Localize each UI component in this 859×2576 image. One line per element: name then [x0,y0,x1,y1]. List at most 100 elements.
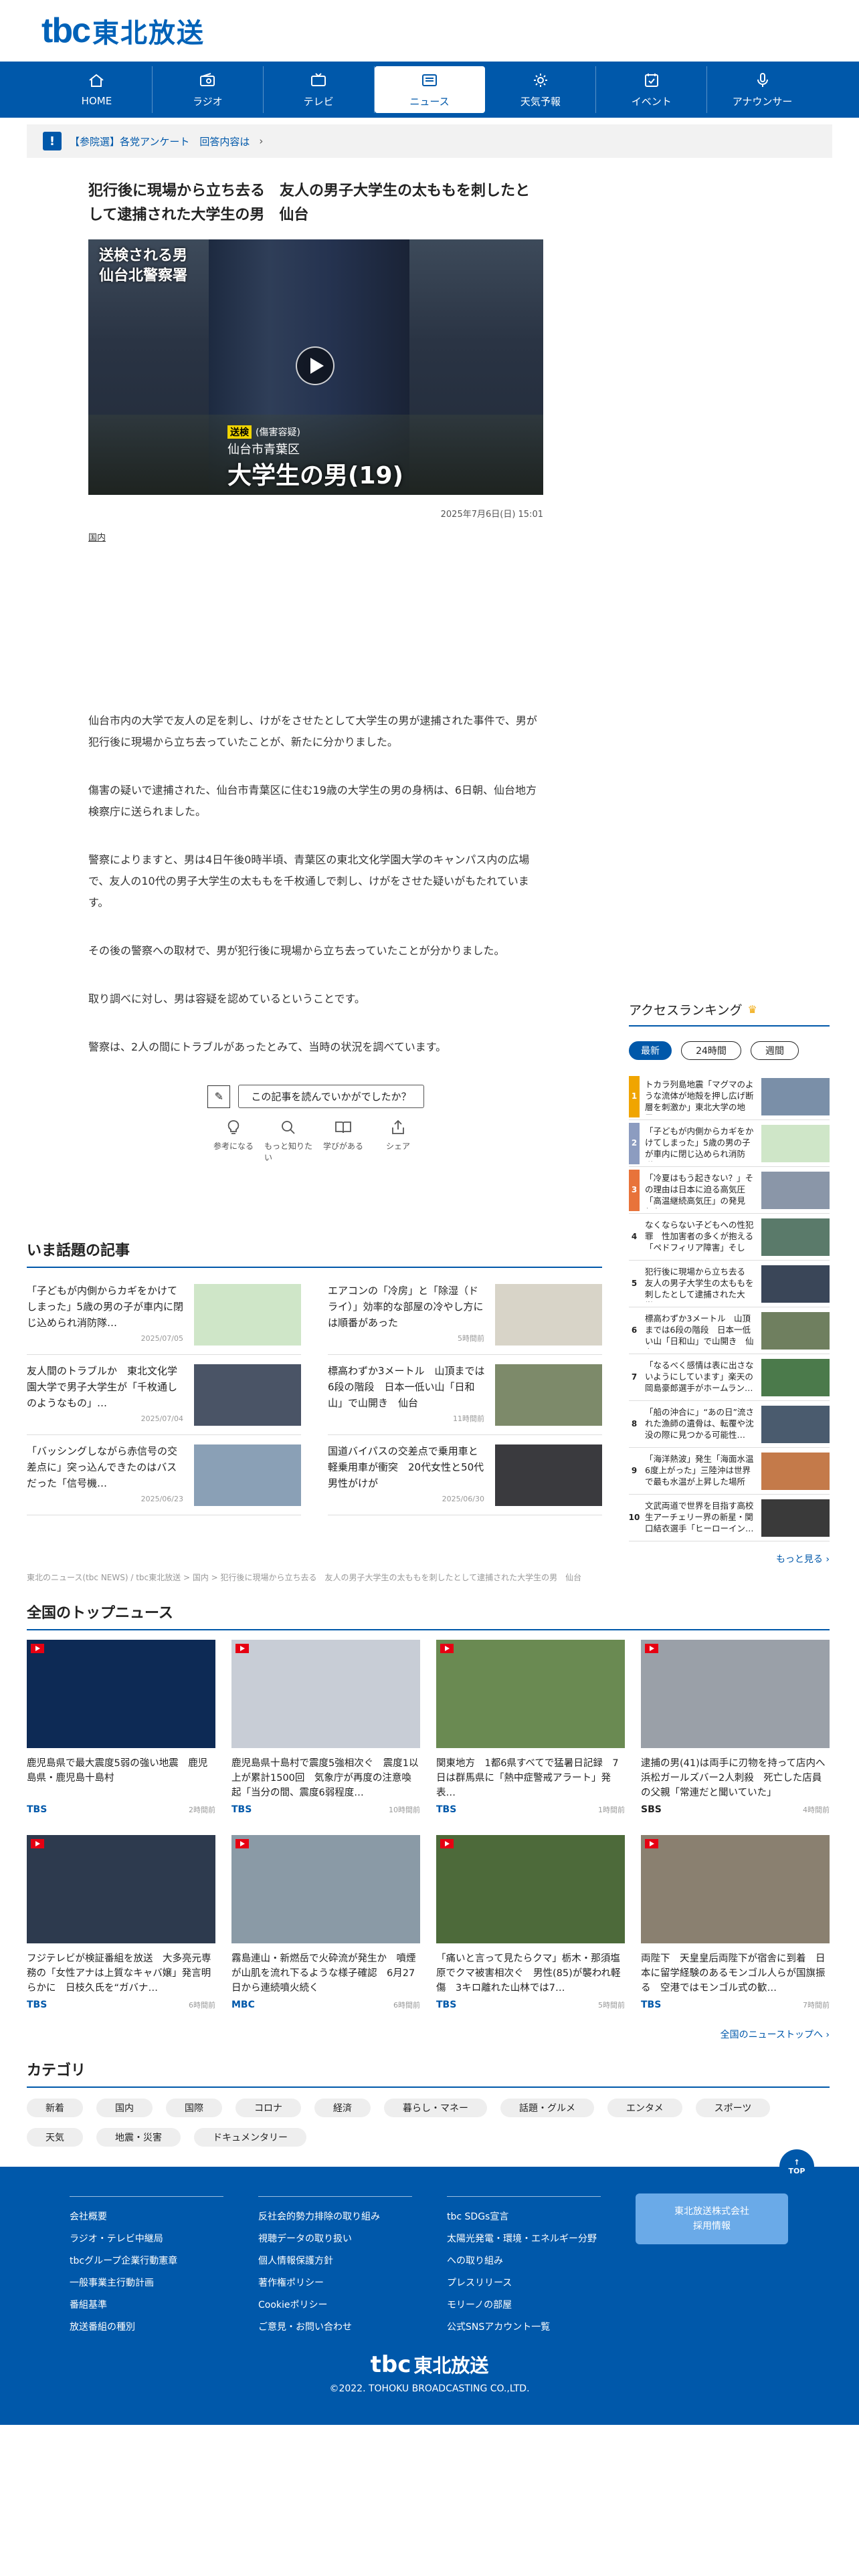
reaction-2[interactable]: 学びがある [319,1119,367,1163]
ranking-tab-0[interactable]: 最新 [629,1041,672,1060]
breadcrumb[interactable]: 東北のニュース(tbc NEWS) / tbc東北放送 > 国内 > 犯行後に現… [27,1572,581,1583]
national-card[interactable]: 逮捕の男(41)は両手に刃物を持って店内へ 浜松ガールズバー2人刺殺 死亡した店… [641,1640,830,1815]
article-body: 仙台市内の大学で友人の足を刺し、けがをさせたとして大学生の男が逮捕された事件で、… [88,710,543,1058]
footer-link[interactable]: 会社概要 [70,2206,223,2228]
ranking-item[interactable]: 9「海洋熱波」発生「海面水温6度上がった」三陸沖は世界で最も水温が上昇した場所に… [629,1448,830,1495]
nav-item-0[interactable]: HOME [41,66,153,113]
reaction-3[interactable]: シェア [374,1119,422,1163]
back-to-top-button[interactable]: ↑ TOP [779,2149,814,2184]
national-card[interactable]: 「痛いと言って見たらクマ」栃木・那須塩原でクマ被害相次ぐ 男性(85)が襲われ軽… [436,1835,625,2010]
ranking-more-link[interactable]: もっと見る › [629,1552,830,1566]
popular-item[interactable]: 標高わずか3メートル 山頂までは6段の階段 日本一低い山「日和山」で山開き 仙台… [328,1355,602,1435]
ranking-item[interactable]: 1トカラ列島地震「マグマのような流体が地殻を押し広げ断層を刺激か」東北大学の地震… [629,1073,830,1120]
popular-item[interactable]: 「子どもが内側からカギをかけてしまった」5歳の男の子が車内に閉じ込められ消防隊…… [27,1275,301,1355]
nav-item-1[interactable]: ラジオ [153,66,264,113]
article-paragraph: 仙台市内の大学で友人の足を刺し、けがをさせたとして大学生の男が逮捕された事件で、… [88,714,537,748]
site-logo[interactable]: tbc 東北放送 [41,11,205,51]
ranking-item[interactable]: 7 「なるべく感情は表に出さないようにしています」楽天の岡島豪郎選手がホームラン… [629,1354,830,1401]
popular-thumbnail [495,1364,602,1426]
ranking-number: 7 [629,1356,640,1398]
national-card[interactable]: 両陛下 天皇皇后両陛下が宿舎に到着 日本に留学経験のあるモンゴル人らが国旗振る … [641,1835,830,2010]
popular-item[interactable]: 友人間のトラブルか 東北文化学園大学で男子大学生が「千枚通しのようなもの」… 20… [27,1355,301,1435]
category-tag[interactable]: ドキュメンタリー [194,2128,306,2147]
footer-link[interactable]: 反社会的勢力排除の取り組み [258,2206,412,2228]
footer-link[interactable]: プレスリリース [447,2272,601,2294]
ranking-number: 2 [629,1122,640,1164]
footer-link[interactable]: tbc SDGs宣言 [447,2206,601,2228]
national-card[interactable]: 霧島連山・新燃岳で火砕流が発生か 噴煙が山肌を流れ下るような様子確認 6月27日… [231,1835,420,2010]
ranking-tab-2[interactable]: 週間 [751,1041,799,1060]
ranking-item[interactable]: 5犯行後に現場から立ち去る 友人の男子大学生の太ももを刺したとして逮捕された大学… [629,1261,830,1307]
category-tag[interactable]: 経済 [314,2099,371,2117]
nav-item-5[interactable]: イベント [596,66,708,113]
share-icon [392,1119,404,1134]
popular-text: エアコンの「冷房」と「除湿（ドライ）」効率的な部屋の冷やし方には順番があった [328,1284,484,1329]
footer-link[interactable]: 視聴データの取り扱い [258,2228,412,2250]
nav-item-2[interactable]: テレビ [264,66,375,113]
category-tag[interactable]: 新着 [27,2099,83,2117]
footer-link[interactable]: 太陽光発電・環境・エネルギー分野への取り組み [447,2228,601,2272]
footer-link[interactable]: モリーノの部屋 [447,2294,601,2317]
footer-link[interactable]: Cookieポリシー [258,2294,412,2317]
popular-title: いま話題の記事 [27,1239,602,1268]
ranking-item[interactable]: 2「子どもが内側からカギをかけてしまった」5歳の男の子が車内に閉じ込められ消防隊… [629,1120,830,1167]
footer-link[interactable]: 個人情報保護方針 [258,2250,412,2272]
footer-link[interactable]: 著作権ポリシー [258,2272,412,2294]
nav-item-6[interactable]: アナウンサー [707,66,818,113]
category-tag[interactable]: 国際 [166,2099,222,2117]
category-tag[interactable]: 天気 [27,2128,83,2147]
ranking-text: 「冷夏はもう起きない？」その理由は日本に迫る高気圧「高温継続高気圧」の発見 気象… [645,1172,754,1208]
category-tag[interactable]: 話題・グルメ [500,2099,594,2117]
reaction-bar: 参考になる もっと知りたい 学びがある シェア [88,1119,543,1163]
footer-column: 会社概要 ラジオ・テレビ中継局 tbcグループ企業行動憲章 一般事業主行動計画 番組基準… [70,2196,223,2339]
footer-link[interactable]: tbcグループ企業行動憲章 [70,2250,223,2272]
ranking-text: 標高わずか3メートル 山頂までは6段の階段 日本一低い山「日和山」で山開き 仙台 [645,1313,754,1349]
national-card[interactable]: フジテレビが検証番組を放送 大多亮元専務の「女性アナは上質なキャバ嬢」発言明らか… [27,1835,215,2010]
popular-item[interactable]: エアコンの「冷房」と「除湿（ドライ）」効率的な部屋の冷やし方には順番があった 5時… [328,1275,602,1355]
ranking-number: 5 [629,1263,640,1305]
recruit-button[interactable]: 東北放送株式会社 採用情報 [636,2193,788,2244]
article-category-link[interactable]: 国内 [88,530,106,543]
national-card[interactable]: 鹿児島県十島村で震度5強相次ぐ 震度1以上が累計1500回 気象庁が再度の注意喚… [231,1640,420,1815]
national-thumbnail [231,1640,420,1748]
national-card[interactable]: 関東地方 1都6県すべてで猛暑日記録 7日は群馬県に「熱中症警戒アラート」発表…… [436,1640,625,1815]
national-card[interactable]: 鹿児島県で最大震度5弱の強い地震 鹿児島県・鹿児島十島村 TBS 2時間前 [27,1640,215,1815]
nav-item-3[interactable]: ニュース [374,66,486,113]
ranking-item[interactable]: 8 「船の沖合に」“あの日”流された漁師の遺骨は、転覆や沈没の際に見つかる可能性… [629,1401,830,1448]
national-more-link[interactable]: 全国のニューストップへ › [27,2028,830,2041]
popular-item[interactable]: 「バッシングしながら赤信号の交差点に」突っ込んできたのはバスだった「信号機… 20… [27,1435,301,1515]
category-tag[interactable]: エンタメ [607,2099,682,2117]
article-video[interactable]: 送検される男 仙台北警察署 送検 (傷害容疑) 仙台市青葉区 大学生の男(19) [88,239,543,495]
notice-banner[interactable]: ! 【参院選】各党アンケート 回答内容は › [27,124,832,158]
popular-date: 11時間前 [453,1414,484,1423]
footer-link[interactable]: 公式SNSアカウント一覧 [447,2317,601,2339]
footer-link[interactable]: 一般事業主行動計画 [70,2272,223,2294]
ranking-item[interactable]: 6 標高わずか3メートル 山頂までは6段の階段 日本一低い山「日和山」で山開き 仙… [629,1307,830,1354]
reaction-1[interactable]: もっと知りたい [264,1119,312,1163]
footer-link[interactable]: 放送番組の種別 [70,2317,223,2339]
category-tag[interactable]: コロナ [235,2099,301,2117]
popular-date: 2025/06/30 [442,1494,484,1503]
ranking-tab-1[interactable]: 24時間 [681,1041,741,1060]
video-subject: 大学生の男(19) [227,462,404,490]
footer-link[interactable]: 番組基準 [70,2294,223,2317]
video-icon [235,1839,249,1848]
play-icon[interactable] [296,346,335,385]
footer-link[interactable]: ラジオ・テレビ中継局 [70,2228,223,2250]
reaction-0[interactable]: 参考になる [209,1119,258,1163]
ranking-item[interactable]: 10 文武両道で世界を目指す高校生アーチェリー界の新星・関口結衣選手「ヒーローイン… [629,1495,830,1541]
category-tag[interactable]: 国内 [96,2099,153,2117]
category-tag[interactable]: 地震・災害 [96,2128,181,2147]
popular-item[interactable]: 国道バイパスの交差点で乗用車と軽乗用車が衝突 20代女性と50代男性がけが 202… [328,1435,602,1515]
ranking-item[interactable]: 3「冷夏はもう起きない？」その理由は日本に迫る高気圧「高温継続高気圧」の発見 気… [629,1167,830,1214]
ranking-item[interactable]: 4なくならない子どもへの性犯罪 性加害者の多くが抱える「ペドフィリア障害」そして… [629,1214,830,1261]
category-tag[interactable]: スポーツ [695,2099,771,2117]
category-tag[interactable]: 暮らし・マネー [384,2099,487,2117]
popular-date: 2025/07/05 [140,1333,183,1343]
footer-link[interactable]: ご意見・お問い合わせ [258,2317,412,2339]
category-title: カテゴリ [27,2058,830,2088]
national-time: 6時間前 [393,2001,420,2010]
tv-icon [311,72,326,86]
survey-button[interactable]: この記事を読んでいかがでしたか？ [238,1085,424,1108]
nav-item-4[interactable]: 天気予報 [485,66,597,113]
